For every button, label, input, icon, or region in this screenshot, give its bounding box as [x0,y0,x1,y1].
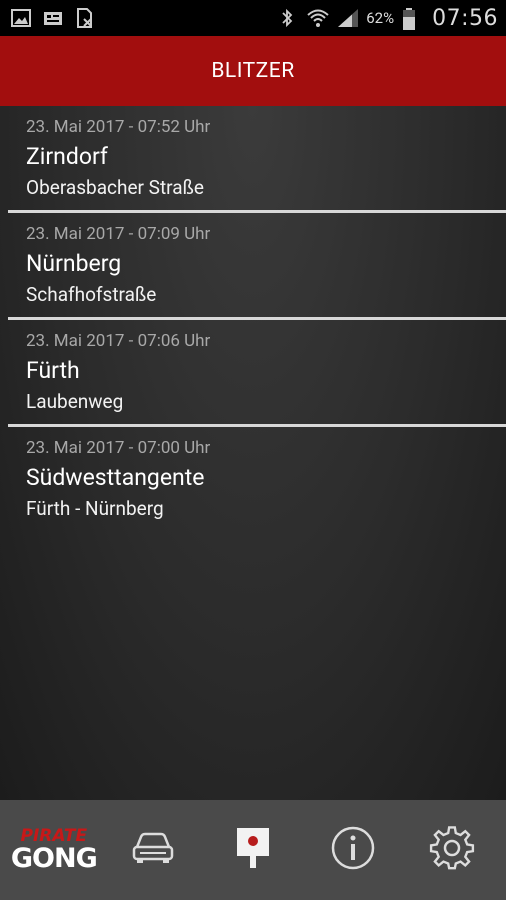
item-city: Nürnberg [26,250,122,277]
item-date: 23. Mai 2017 - 07:09 Uhr [26,224,211,244]
item-street: Oberasbacher Straße [26,176,204,199]
list-item[interactable]: 23. Mai 2017 - 07:00 Uhr Südwesttangente… [8,427,506,534]
status-bar: 62% 07:56 [0,0,506,36]
item-street: Laubenweg [26,390,124,413]
battery-icon [402,7,424,30]
status-bar-notifications [10,7,96,29]
info-button[interactable] [308,800,398,900]
speed-camera-list[interactable]: 23. Mai 2017 - 07:52 Uhr Zirndorf Oberas… [0,106,506,800]
item-date: 23. Mai 2017 - 07:00 Uhr [26,438,211,458]
bluetooth-icon [276,7,298,29]
item-date: 23. Mai 2017 - 07:52 Uhr [26,117,211,137]
image-icon [10,7,32,29]
item-city: Südwesttangente [26,464,205,491]
list-item[interactable]: 23. Mai 2017 - 07:09 Uhr Nürnberg Schafh… [8,213,506,320]
sim-icon [42,7,64,29]
logo: PIRATE GONG [10,828,98,874]
speed-camera-button[interactable] [208,800,298,900]
logo-bottom-text: GONG [10,843,98,874]
speed-camera-icon [235,826,271,874]
item-date: 23. Mai 2017 - 07:06 Uhr [26,331,211,351]
list-item[interactable]: 23. Mai 2017 - 07:06 Uhr Fürth Laubenweg [8,320,506,427]
car-icon [131,831,175,869]
item-city: Fürth [26,357,80,384]
car-button[interactable] [108,800,198,900]
app-bar: BLITZER [0,36,506,106]
status-bar-system: 62% 07:56 [276,6,498,31]
pirate-gong-logo-button[interactable]: PIRATE GONG [9,800,99,900]
list-item[interactable]: 23. Mai 2017 - 07:52 Uhr Zirndorf Oberas… [8,106,506,213]
battery-percent: 62% [366,9,395,27]
clock: 07:56 [432,5,498,31]
item-city: Zirndorf [26,143,108,170]
file-x-icon [74,7,96,29]
item-street: Fürth - Nürnberg [26,497,164,520]
page-title: BLITZER [211,59,295,83]
bottom-nav: PIRATE GONG [0,800,506,900]
wifi-icon [306,7,329,29]
signal-icon [336,7,359,29]
item-street: Schafhofstraße [26,283,157,306]
settings-button[interactable] [407,800,497,900]
info-icon [330,825,376,875]
settings-icon [429,825,475,875]
